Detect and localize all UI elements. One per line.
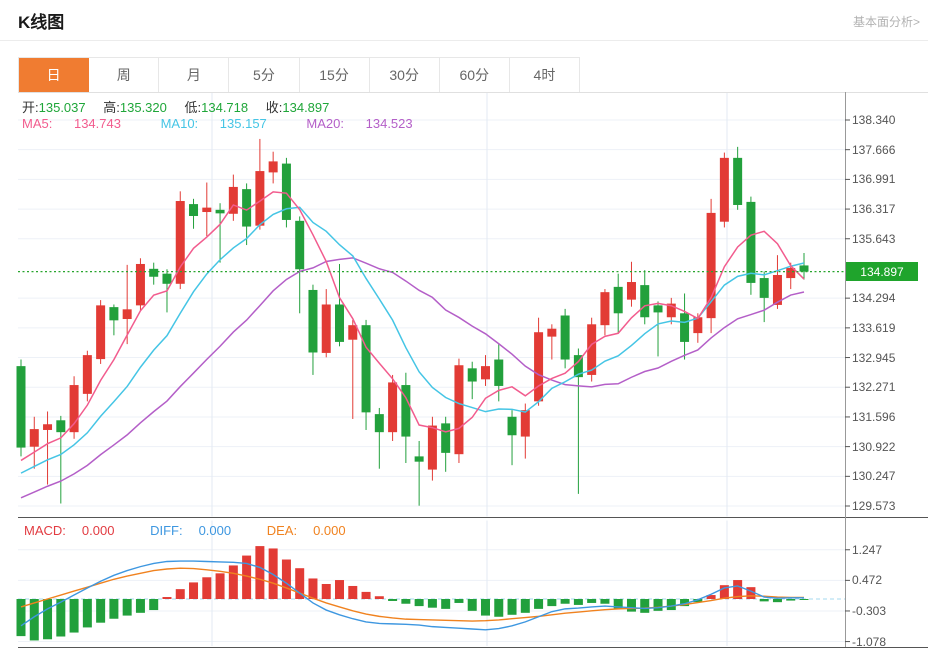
close-label: 收: (265, 100, 283, 115)
ma-info-row: MA5: 134.743 MA10: 135.157 MA20: 134.523 (22, 116, 449, 131)
ma5-info: MA5: 134.743 (22, 116, 121, 131)
current-price-badge: 134.897 (846, 262, 918, 282)
y-axis-tick-label: -1.078 (852, 634, 887, 649)
y-axis-tick-label: 131.596 (852, 409, 896, 424)
candles-layer (16, 138, 809, 506)
close-value: 134.897 (282, 100, 330, 115)
y-axis-tick-label: 129.573 (852, 499, 896, 513)
ma10-info: MA10: 135.157 (160, 116, 267, 131)
low-label: 低: (184, 100, 202, 115)
macd-info: MACD: 0.000 (24, 523, 115, 538)
y-axis-tick-label: 135.643 (852, 231, 896, 246)
y-axis-tick-label: 130.247 (852, 469, 896, 484)
open-label: 开: (22, 100, 39, 115)
diff-info: DIFF: 0.000 (150, 523, 232, 538)
y-axis-tick-label: 136.991 (852, 172, 896, 187)
y-axis-tick-label: 132.271 (852, 380, 896, 395)
y-axis-tick-label: 132.945 (852, 350, 896, 365)
y-axis-tick-label: 137.666 (852, 142, 896, 157)
y-axis-tick-label: 0.472 (852, 573, 883, 588)
y-axis-tick-label: 133.619 (852, 320, 896, 335)
high-label: 高: (103, 100, 120, 115)
high-value: 135.320 (119, 100, 167, 115)
y-axis-tick-label: 130.922 (852, 439, 896, 454)
dea-info: DEA: 0.000 (266, 523, 346, 538)
ohlc-info-row: 开:135.037 高:135.320 低:134.718 收:134.897 (22, 97, 343, 116)
y-axis-tick-label: 138.340 (852, 113, 896, 127)
y-axis-tick-label: 134.294 (852, 291, 896, 306)
ma20-info: MA20: 134.523 (306, 116, 413, 131)
low-value: 134.718 (201, 100, 249, 115)
open-value: 135.037 (38, 100, 86, 115)
kline-page: K线图 基本面分析> 日 周 月 5分 15分 30分 60分 4时 开:135… (0, 0, 928, 655)
y-axis-tick-label: 1.247 (852, 542, 883, 557)
y-axis-tick-label: -0.303 (852, 603, 887, 618)
y-axis-tick-label: 136.317 (852, 202, 896, 217)
macd-histogram (16, 546, 809, 641)
dea-line (20, 567, 804, 622)
macd-info-row: MACD: 0.000 DIFF: 0.000 DEA: 0.000 (24, 523, 378, 538)
